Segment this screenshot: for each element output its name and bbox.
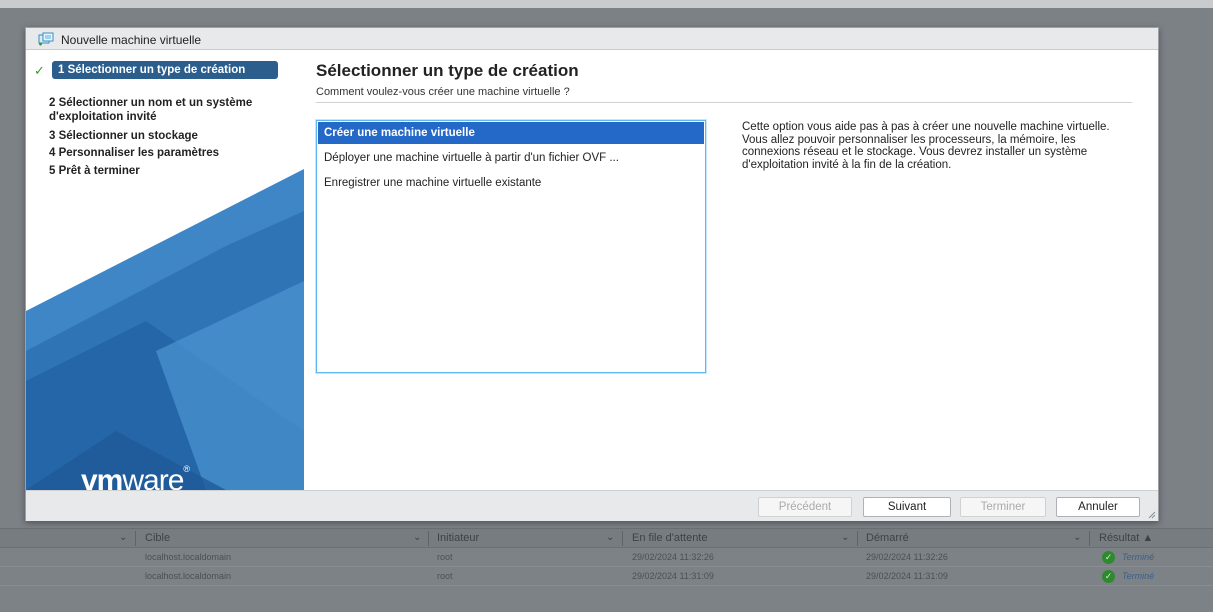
success-check-icon: ✓	[1102, 570, 1115, 583]
previous-button[interactable]: Précédent	[758, 497, 852, 517]
column-header-result[interactable]: Résultat ▲	[1099, 532, 1153, 544]
divider	[316, 102, 1132, 103]
new-vm-wizard-dialog: Nouvelle machine virtuelle ✓ 1 Sélection…	[25, 27, 1159, 521]
wizard-steps-sidebar: ✓ 1 Sélectionner un type de création 2 S…	[26, 51, 304, 490]
column-separator	[135, 531, 136, 546]
chevron-down-icon[interactable]: ⌄	[841, 532, 849, 543]
next-button[interactable]: Suivant	[863, 497, 951, 517]
row-queued: 29/02/2024 11:31:09	[632, 571, 714, 581]
column-separator	[622, 531, 623, 546]
dialog-titlebar: Nouvelle machine virtuelle	[26, 28, 1158, 50]
row-queued: 29/02/2024 11:32:26	[632, 552, 714, 562]
chevron-down-icon[interactable]: ⌄	[119, 532, 127, 543]
page-subtitle: Comment voulez-vous créer une machine vi…	[316, 86, 570, 98]
checkmark-icon: ✓	[34, 63, 45, 78]
step-select-creation-type[interactable]: 1 Sélectionner un type de création	[52, 61, 278, 79]
page-title: Sélectionner un type de création	[316, 61, 579, 80]
column-separator	[857, 531, 858, 546]
step-select-name-and-os[interactable]: 2 Sélectionner un nom et un système d'ex…	[49, 96, 289, 124]
resize-grip-icon[interactable]	[1148, 511, 1156, 519]
dialog-title: Nouvelle machine virtuelle	[61, 33, 202, 47]
column-header-started[interactable]: Démarré	[866, 532, 909, 544]
row-initiator: root	[437, 571, 453, 581]
option-deploy-ovf[interactable]: Déployer une machine virtuelle à partir …	[318, 147, 704, 169]
background-topbar	[0, 0, 1213, 8]
row-target: localhost.localdomain	[145, 571, 232, 581]
chevron-down-icon[interactable]: ⌄	[1073, 532, 1081, 543]
column-header-target[interactable]: Cible	[145, 532, 170, 544]
cancel-button[interactable]: Annuler	[1056, 497, 1140, 517]
chevron-down-icon[interactable]: ⌄	[606, 532, 614, 543]
row-started: 29/02/2024 11:32:26	[866, 552, 948, 562]
creation-type-listbox[interactable]: Créer une machine virtuelle Déployer une…	[316, 120, 706, 373]
recent-tasks-table: ⌄ Cible ⌄ Initiateur ⌄ En file d'attente…	[0, 528, 1213, 612]
wizard-content: Sélectionner un type de création Comment…	[304, 51, 1159, 490]
row-initiator: root	[437, 552, 453, 562]
table-row[interactable]: localhost.localdomain root 29/02/2024 11…	[0, 568, 1213, 586]
row-target: localhost.localdomain	[145, 552, 232, 562]
table-row[interactable]: localhost.localdomain root 29/02/2024 11…	[0, 549, 1213, 567]
option-description: Cette option vous aide pas à pas à créer…	[742, 121, 1110, 171]
virtual-machine-icon	[38, 32, 54, 46]
option-create-vm[interactable]: Créer une machine virtuelle	[318, 122, 704, 144]
tasks-table-header: ⌄ Cible ⌄ Initiateur ⌄ En file d'attente…	[0, 528, 1213, 548]
column-separator	[428, 531, 429, 546]
chevron-down-icon[interactable]: ⌄	[413, 532, 421, 543]
column-header-initiator[interactable]: Initiateur	[437, 532, 479, 544]
row-started: 29/02/2024 11:31:09	[866, 571, 948, 581]
column-separator	[1089, 531, 1090, 546]
step-select-storage[interactable]: 3 Sélectionner un stockage	[49, 129, 304, 143]
row-result: Terminé	[1122, 552, 1155, 562]
step-ready-to-complete[interactable]: 5 Prêt à terminer	[49, 164, 304, 178]
column-header-queued[interactable]: En file d'attente	[632, 532, 708, 544]
row-result: Terminé	[1122, 571, 1155, 581]
dialog-footer: Précédent Suivant Terminer Annuler	[26, 490, 1158, 521]
option-register-existing-vm[interactable]: Enregistrer une machine virtuelle exista…	[318, 172, 704, 194]
finish-button[interactable]: Terminer	[960, 497, 1046, 517]
step-customize-settings[interactable]: 4 Personnaliser les paramètres	[49, 146, 304, 160]
vmware-logo: vmware®	[81, 464, 190, 490]
success-check-icon: ✓	[1102, 551, 1115, 564]
